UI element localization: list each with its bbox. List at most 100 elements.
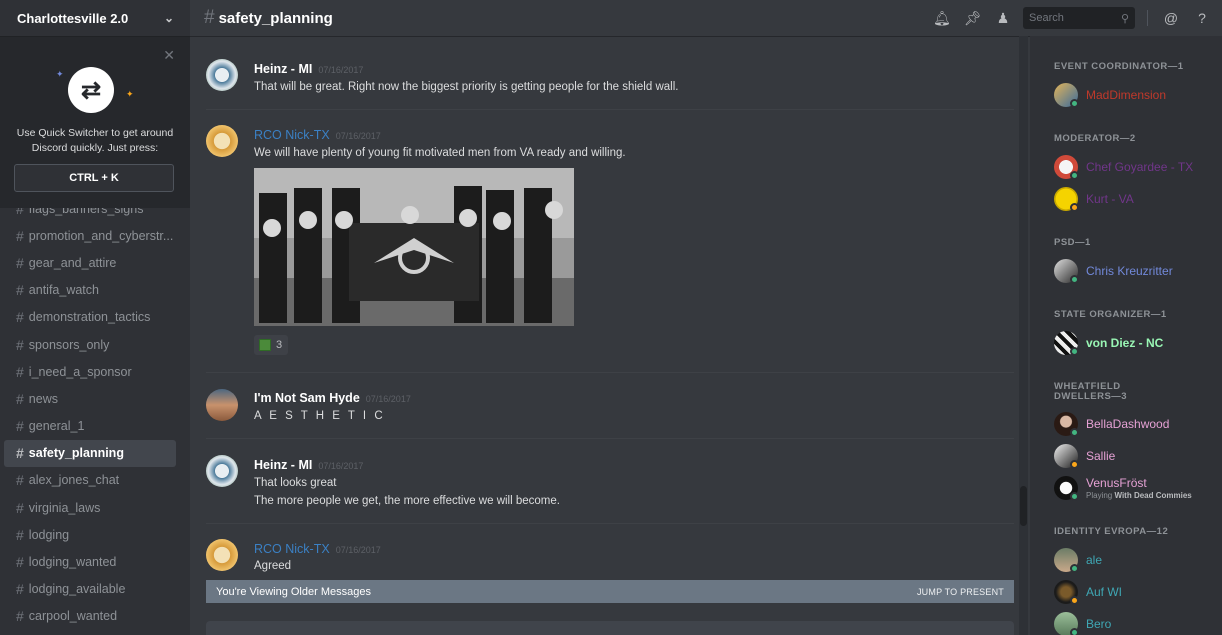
channel-name: general_1: [28, 419, 85, 434]
hash-icon: #: [16, 526, 24, 543]
server-header[interactable]: Charlottesville 2.0 ⌄: [0, 0, 190, 36]
channel-item-active[interactable]: # safety_planning: [4, 439, 176, 467]
channel-item[interactable]: # general_1: [4, 413, 176, 440]
channel-name: demonstration_tactics: [28, 310, 151, 325]
avatar[interactable]: [206, 455, 238, 487]
channel-name: safety_planning: [28, 446, 124, 461]
search-input[interactable]: [1029, 12, 1109, 24]
timestamp: 07/16/2017: [335, 545, 381, 555]
member-name: Chris Kreuzritter: [1086, 264, 1173, 278]
role-header: WHEATFIELD DWELLERS—3: [1054, 381, 1128, 402]
message-text: A E S T H E T I C: [254, 410, 386, 422]
channel-name: lodging_wanted: [28, 555, 117, 570]
members-icon[interactable]: ♟: [995, 10, 1011, 27]
avatar[interactable]: [206, 125, 238, 157]
sparkle-icon: ✦: [56, 69, 64, 79]
member-item[interactable]: Kurt - VA: [1054, 187, 1214, 215]
member-item[interactable]: Bero: [1054, 612, 1214, 635]
channel-name: promotion_and_cyberstr...: [28, 228, 174, 243]
message-author[interactable]: RCO Nick-TX 07/16/2017: [254, 542, 381, 556]
hash-icon: #: [16, 608, 24, 625]
channel-item[interactable]: # carpool_wanted: [4, 603, 176, 630]
member-name: Sallie: [1086, 449, 1116, 463]
member-item[interactable]: Sallie: [1054, 444, 1214, 472]
help-icon[interactable]: ?: [1194, 10, 1210, 26]
member-item[interactable]: VenusFröst Playing With Dead Commies: [1054, 476, 1214, 504]
older-messages-label: You're Viewing Older Messages: [216, 585, 371, 598]
idle-status-icon: [1070, 596, 1079, 605]
channel-item[interactable]: # sponsors_only: [4, 331, 176, 358]
message-author[interactable]: RCO Nick-TX 07/16/2017: [254, 128, 381, 142]
channel-sidebar: Charlottesville 2.0 ⌄ # flags_banners_sig…: [0, 0, 190, 635]
message-group: I'm Not Sam Hyde 07/16/2017 A E S T H E T…: [206, 372, 1014, 438]
channel-item[interactable]: # promotion_and_cyberstr...: [4, 222, 176, 249]
frog-emoji-icon: [259, 339, 271, 351]
channel-name: carpool_wanted: [28, 609, 118, 624]
idle-status-icon: [1070, 460, 1079, 469]
message-input[interactable]: [206, 621, 1014, 635]
role-header: MODERATOR—2: [1054, 133, 1136, 144]
hash-icon: #: [16, 581, 24, 598]
member-name: Chef Goyardee - TX: [1086, 160, 1194, 174]
bell-icon[interactable]: 🔔︎: [933, 10, 951, 27]
pin-icon[interactable]: 📌︎: [964, 10, 982, 27]
avatar[interactable]: [206, 539, 238, 571]
scrollbar-thumb[interactable]: [1020, 486, 1027, 526]
channel-item[interactable]: # demonstration_tactics: [4, 304, 176, 331]
member-item[interactable]: BellaDashwood: [1054, 412, 1214, 440]
mention-icon[interactable]: @: [1163, 10, 1179, 26]
channel-item[interactable]: # lodging_wanted: [4, 548, 176, 575]
message-group: RCO Nick-TX 07/16/2017 We will have plent…: [206, 109, 1014, 371]
member-item[interactable]: Chef Goyardee - TX: [1054, 155, 1214, 183]
channel-item[interactable]: # i_need_a_sponsor: [4, 358, 176, 385]
member-name: VenusFröst: [1086, 476, 1147, 490]
member-item[interactable]: Auf WI: [1054, 580, 1214, 608]
message-text: Agreed: [254, 560, 292, 572]
channel-name: lodging: [28, 527, 70, 542]
channel-item[interactable]: # lodging_available: [4, 576, 176, 603]
timestamp: 07/16/2017: [318, 65, 364, 75]
channel-name: news: [28, 391, 58, 406]
member-item[interactable]: MadDimension: [1054, 83, 1214, 111]
member-item[interactable]: ale: [1054, 548, 1214, 576]
hash-icon: #: [16, 363, 24, 380]
message-author[interactable]: Heinz - MI 07/16/2017: [254, 62, 363, 76]
shortcut-key[interactable]: CTRL + K: [14, 164, 174, 192]
idle-status-icon: [1070, 203, 1079, 212]
image-attachment[interactable]: [254, 168, 574, 326]
channel-item[interactable]: # gear_and_attire: [4, 249, 176, 276]
avatar[interactable]: [206, 389, 238, 421]
message-author[interactable]: Heinz - MI 07/16/2017: [254, 458, 363, 472]
channel-name: lodging_available: [28, 582, 126, 597]
hash-icon: #: [204, 7, 215, 28]
member-activity: Playing With Dead Commies: [1086, 491, 1192, 500]
search-icon: ⚲: [1120, 12, 1129, 25]
channel-name: i_need_a_sponsor: [28, 364, 132, 379]
jump-to-present-button[interactable]: JUMP TO PRESENT: [917, 587, 1004, 597]
avatar[interactable]: [206, 59, 238, 91]
member-name: ale: [1086, 553, 1103, 567]
message-author[interactable]: I'm Not Sam Hyde 07/16/2017: [254, 391, 411, 405]
channel-item[interactable]: # alex_jones_chat: [4, 467, 176, 494]
channel-item[interactable]: # antifa_watch: [4, 277, 176, 304]
hash-icon: #: [16, 554, 24, 571]
reaction-button[interactable]: 3: [254, 335, 288, 355]
member-item[interactable]: Chris Kreuzritter: [1054, 259, 1214, 287]
search-box[interactable]: ⚲: [1023, 7, 1135, 29]
scrollbar-track[interactable]: [1019, 36, 1028, 635]
member-name: Bero: [1086, 617, 1112, 631]
channel-item[interactable]: # virginia_laws: [4, 494, 176, 521]
sparkle-icon: ✦: [126, 89, 134, 99]
message-group: Heinz - MI 07/16/2017 That looks great Th…: [206, 438, 1014, 522]
channel-item[interactable]: # lodging: [4, 521, 176, 548]
swap-arrows-icon: ⇄: [68, 67, 114, 113]
channel-item[interactable]: # news: [4, 385, 176, 412]
member-name: BellaDashwood: [1086, 417, 1170, 431]
message-list: Heinz - MI 07/16/2017 That will be great.…: [190, 36, 1030, 635]
member-item[interactable]: von Diez - NC: [1054, 331, 1214, 359]
online-status-icon: [1070, 99, 1079, 108]
close-icon[interactable]: ✕: [163, 47, 175, 64]
hash-icon: #: [16, 227, 24, 244]
message-text: The more people we get, the more effecti…: [254, 495, 560, 507]
channel-name: gear_and_attire: [28, 255, 117, 270]
